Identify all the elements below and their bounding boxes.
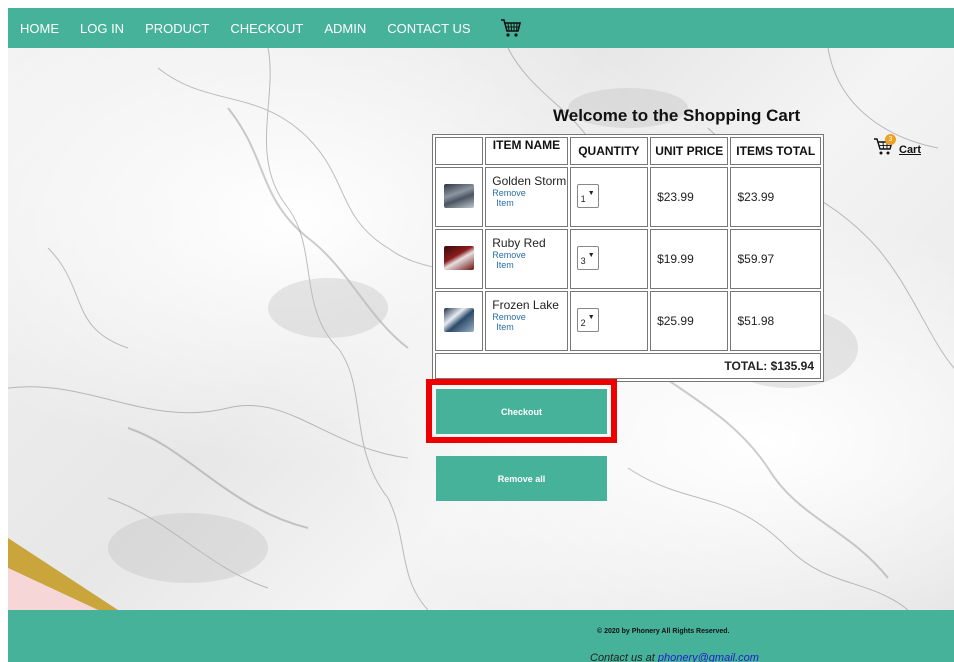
remove-item-label-2: Item (496, 260, 514, 270)
nav-contact-link[interactable]: CONTACT US (387, 21, 470, 36)
cart-heading: Welcome to the Shopping Cart (553, 106, 801, 125)
remove-item-link[interactable]: Remove Item (492, 250, 566, 270)
nav-product-link[interactable]: PRODUCT (145, 21, 209, 36)
side-cart-label: Cart (899, 144, 922, 156)
remove-item-label-2: Item (496, 322, 514, 332)
items-total: $51.98 (730, 291, 821, 351)
col-header-quantity: QUANTITY (569, 137, 649, 165)
remove-all-button[interactable]: Remove all (436, 456, 607, 501)
quantity-value: 2 (580, 317, 586, 328)
cart-total: TOTAL: $135.94 (435, 353, 821, 379)
quantity-select[interactable]: 3 ▼ (576, 245, 599, 270)
item-thumbnail-cell (435, 229, 484, 289)
quantity-select[interactable]: 1 ▼ (576, 183, 599, 208)
item-name-cell: Ruby Red Remove Item (485, 229, 568, 289)
contact-prefix: Contact us at (590, 652, 658, 662)
remove-item-link[interactable]: Remove Item (492, 188, 566, 208)
nav-home-link[interactable]: HOME (20, 21, 59, 36)
nav-checkout-link[interactable]: CHECKOUT (230, 21, 303, 36)
quantity-value: 1 (580, 193, 586, 204)
table-header-row: ITEM NAME QUANTITY UNIT PRICE ITEMS TOTA… (435, 137, 821, 165)
table-row: Ruby Red Remove Item 3 ▼ $19.99 $59.97 (435, 229, 821, 289)
item-name-cell: Golden Storm Remove Item (485, 167, 568, 227)
remove-item-label: Remove (492, 250, 526, 260)
unit-price: $19.99 (650, 229, 729, 289)
remove-item-label: Remove (492, 312, 526, 322)
quantity-select[interactable]: 2 ▼ (576, 307, 599, 332)
top-navbar: HOME LOG IN PRODUCT CHECKOUT ADMIN CONTA… (8, 8, 954, 48)
nav-admin-link[interactable]: ADMIN (324, 21, 366, 36)
copyright-text: © 2020 by Phonery All Rights Reserved. (597, 628, 730, 635)
remove-item-label-2: Item (496, 198, 514, 208)
total-row: TOTAL: $135.94 (435, 353, 821, 379)
product-thumbnail (444, 183, 475, 208)
items-total: $59.97 (730, 229, 821, 289)
table-row: Golden Storm Remove Item 1 ▼ $23.99 $23.… (435, 167, 821, 227)
quantity-cell: 3 ▼ (569, 229, 649, 289)
checkout-highlight-box (426, 379, 617, 443)
dropdown-arrow-icon: ▼ (587, 189, 595, 197)
contact-email-link[interactable]: phonery@gmail.com (658, 652, 759, 662)
item-thumbnail-cell (435, 167, 484, 227)
contact-line: Contact us at phonery@gmail.com (590, 652, 759, 662)
item-thumbnail-cell (435, 291, 484, 351)
side-cart-link[interactable]: 3 Cart (873, 134, 921, 156)
cart-count-badge: 3 (885, 134, 896, 145)
nav-login-link[interactable]: LOG IN (80, 21, 124, 36)
footer (8, 610, 954, 662)
product-thumbnail (444, 307, 475, 332)
remove-item-label: Remove (492, 188, 526, 198)
col-header-items-total: ITEMS TOTAL (730, 137, 821, 165)
col-header-item-name: ITEM NAME (485, 137, 568, 165)
remove-item-link[interactable]: Remove Item (492, 312, 566, 332)
quantity-cell: 1 ▼ (569, 167, 649, 227)
item-name: Ruby Red (492, 236, 546, 250)
col-header-image (435, 137, 484, 165)
item-name: Frozen Lake (492, 298, 559, 312)
dropdown-arrow-icon: ▼ (587, 313, 595, 321)
quantity-value: 3 (580, 255, 586, 266)
item-name-cell: Frozen Lake Remove Item (485, 291, 568, 351)
item-name: Golden Storm (492, 174, 567, 188)
cart-table: ITEM NAME QUANTITY UNIT PRICE ITEMS TOTA… (432, 134, 824, 382)
quantity-cell: 2 ▼ (569, 291, 649, 351)
shopping-cart-icon[interactable] (500, 18, 522, 38)
unit-price: $23.99 (650, 167, 729, 227)
dropdown-arrow-icon: ▼ (587, 251, 595, 259)
product-thumbnail (444, 245, 475, 270)
table-row: Frozen Lake Remove Item 2 ▼ $25.99 $51.9… (435, 291, 821, 351)
cart-icon: 3 (873, 134, 897, 156)
unit-price: $25.99 (650, 291, 729, 351)
items-total: $23.99 (730, 167, 821, 227)
col-header-unit-price: UNIT PRICE (650, 137, 729, 165)
